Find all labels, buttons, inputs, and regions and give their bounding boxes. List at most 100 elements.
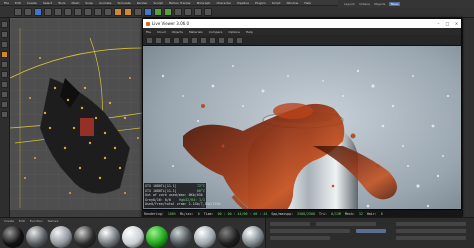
- c4d-menu-item-7[interactable]: Animate: [99, 1, 112, 5]
- camera-icon[interactable]: [194, 7, 202, 16]
- c4d-menu-item-4[interactable]: Tools: [58, 1, 65, 5]
- attr-field[interactable]: [356, 229, 386, 233]
- live-viewer-titlebar[interactable]: Live Viewer 3.06.0 – □ ×: [143, 19, 461, 28]
- material-preview-8[interactable]: [194, 225, 216, 248]
- material-preview-1[interactable]: [26, 225, 48, 248]
- redo-icon[interactable]: [24, 7, 32, 16]
- attr-field[interactable]: [270, 229, 350, 233]
- lv-menu-item-0[interactable]: File: [146, 30, 151, 34]
- x-axis-icon[interactable]: [74, 7, 82, 16]
- y-axis-icon[interactable]: [84, 7, 92, 16]
- stop-render-icon[interactable]: [173, 36, 180, 44]
- c4d-menu-item-8[interactable]: Simulate: [118, 1, 131, 5]
- c4d-menu-item-3[interactable]: Select: [43, 1, 52, 5]
- z-axis-icon[interactable]: [94, 7, 102, 16]
- coord-system-icon[interactable]: [104, 7, 112, 16]
- model-mode-icon[interactable]: [1, 31, 8, 38]
- send-scene-icon[interactable]: [146, 36, 153, 44]
- material-preview-9[interactable]: [218, 225, 240, 248]
- attr-field[interactable]: [270, 236, 330, 240]
- material-menu-item-2[interactable]: Function: [30, 219, 43, 223]
- attr-field[interactable]: [396, 236, 466, 240]
- points-mode-icon[interactable]: [1, 51, 8, 58]
- c4d-menu-item-18[interactable]: Help: [304, 1, 311, 5]
- lv-menu-item-4[interactable]: Compare: [209, 30, 223, 34]
- lock-resolution-icon[interactable]: [191, 36, 198, 44]
- deformer-icon[interactable]: [174, 7, 182, 16]
- right-tab-1[interactable]: Octane: [359, 2, 370, 6]
- texture-mode-icon[interactable]: [1, 41, 8, 48]
- floor-icon[interactable]: [184, 7, 192, 16]
- lock-icon[interactable]: [1, 111, 8, 118]
- undo-icon[interactable]: [14, 7, 22, 16]
- lv-menu-item-5[interactable]: Options: [228, 30, 240, 34]
- save-image-icon[interactable]: [236, 36, 243, 44]
- c4d-menu-item-11[interactable]: Motion Tracker: [169, 1, 191, 5]
- c4d-menu-item-10[interactable]: Sculpt: [153, 1, 162, 5]
- c4d-menu-item-12[interactable]: MoGraph: [197, 1, 211, 5]
- c4d-menu-item-0[interactable]: File: [4, 1, 9, 5]
- workplane-icon[interactable]: [1, 101, 8, 108]
- right-tab-2[interactable]: Objects: [374, 2, 385, 6]
- subdivision-icon[interactable]: [154, 7, 162, 16]
- pause-render-icon[interactable]: [164, 36, 171, 44]
- lv-menu-item-1[interactable]: Cloud: [157, 30, 166, 34]
- make-editable-icon[interactable]: [1, 21, 8, 28]
- right-tab-0[interactable]: Layout:: [344, 2, 355, 6]
- c4d-menu-item-1[interactable]: Edit: [15, 1, 21, 5]
- c4d-menu-item-15[interactable]: Plugins: [255, 1, 266, 5]
- array-icon[interactable]: [164, 7, 172, 16]
- axis-mode-icon[interactable]: [1, 81, 8, 88]
- material-preview-10[interactable]: [242, 225, 264, 248]
- clay-mode-icon[interactable]: [227, 36, 234, 44]
- material-menu-item-1[interactable]: Edit: [19, 219, 25, 223]
- material-preview-5[interactable]: [122, 225, 144, 248]
- scale-tool-icon[interactable]: [54, 7, 62, 16]
- close-icon[interactable]: ×: [454, 21, 459, 26]
- c4d-menu-item-9[interactable]: Render: [137, 1, 148, 5]
- render-settings-icon[interactable]: [134, 7, 142, 16]
- attr-field[interactable]: [270, 222, 310, 226]
- polygons-mode-icon[interactable]: [1, 71, 8, 78]
- maximize-icon[interactable]: □: [445, 21, 450, 26]
- rotate-tool-icon[interactable]: [64, 7, 72, 16]
- pick-focus-icon[interactable]: [218, 36, 225, 44]
- material-menu-item-3[interactable]: Texture: [48, 219, 59, 223]
- material-preview-3[interactable]: [74, 225, 96, 248]
- render-picture-viewer-icon[interactable]: [124, 7, 132, 16]
- c4d-menu-item-16[interactable]: Script: [272, 1, 281, 5]
- snap-icon[interactable]: [1, 91, 8, 98]
- select-tool-icon[interactable]: [34, 7, 42, 16]
- attr-field[interactable]: [316, 222, 376, 226]
- c4d-menu-item-6[interactable]: Snap: [85, 1, 93, 5]
- render-view[interactable]: GTX 1080Ti[11.1] 72°C GTX 1080Ti[11.1] 66°C…: [143, 46, 461, 229]
- move-tool-icon[interactable]: [44, 7, 52, 16]
- c4d-menu-item-14[interactable]: Pipeline: [237, 1, 249, 5]
- minimize-icon[interactable]: –: [436, 21, 441, 26]
- material-preview-2[interactable]: [50, 225, 72, 248]
- lv-menu-item-2[interactable]: Objects: [172, 30, 183, 34]
- cube-icon[interactable]: [144, 7, 152, 16]
- attr-field[interactable]: [396, 229, 466, 233]
- lv-menu-item-6[interactable]: Help: [246, 30, 253, 34]
- attr-field[interactable]: [396, 222, 466, 226]
- settings-icon[interactable]: [182, 36, 189, 44]
- material-menu-item-0[interactable]: Create: [4, 219, 14, 223]
- material-preview-0[interactable]: [2, 225, 24, 248]
- material-preview-4[interactable]: [98, 225, 120, 248]
- edges-mode-icon[interactable]: [1, 61, 8, 68]
- c4d-menu-item-17[interactable]: Window: [286, 1, 298, 5]
- c4d-menu-item-5[interactable]: Mesh: [71, 1, 79, 5]
- c4d-menu-item-13[interactable]: Character: [216, 1, 231, 5]
- right-tab-3[interactable]: Takes: [389, 2, 400, 6]
- lv-menu-item-3[interactable]: Materials: [189, 30, 203, 34]
- c4d-menu-item-2[interactable]: Create: [27, 1, 37, 5]
- light-icon[interactable]: [204, 7, 212, 16]
- pick-material-icon[interactable]: [209, 36, 216, 44]
- editor-viewport[interactable]: [10, 18, 142, 218]
- render-view-icon[interactable]: [114, 7, 122, 16]
- restart-render-icon[interactable]: [155, 36, 162, 44]
- region-render-icon[interactable]: [200, 36, 207, 44]
- material-preview-7[interactable]: [170, 225, 192, 248]
- material-preview-6[interactable]: [146, 225, 168, 248]
